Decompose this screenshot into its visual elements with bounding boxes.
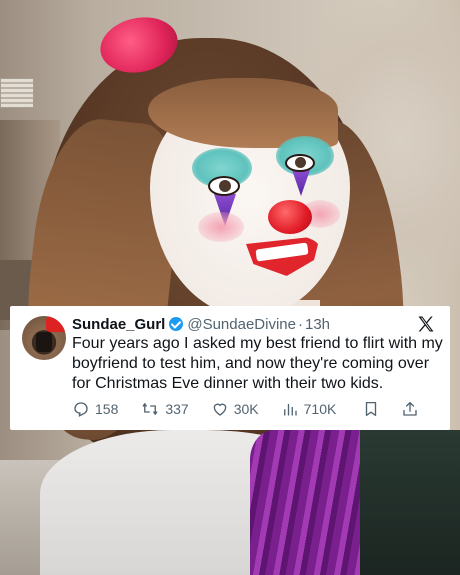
red-nose	[268, 200, 312, 234]
eye-left	[208, 176, 240, 196]
blush-left	[198, 212, 244, 242]
tweet-header: Sundae_Gurl @SundaeDivine · 13h	[72, 314, 330, 334]
share-icon	[403, 401, 418, 416]
heart-icon	[213, 403, 227, 416]
x-logo-icon	[418, 316, 434, 332]
share-button[interactable]	[401, 400, 424, 418]
avatar[interactable]	[22, 316, 66, 360]
repost-count: 337	[165, 401, 189, 417]
bookmark-icon	[366, 401, 377, 417]
reply-icon	[74, 402, 88, 417]
verified-badge-icon	[169, 317, 184, 331]
tweet-card: Sundae_Gurl @SundaeDivine · 13h Four yea…	[10, 306, 450, 430]
views-icon	[283, 403, 297, 416]
tweet-actions: 158 337 30K 710K	[72, 398, 444, 420]
purple-top	[250, 430, 370, 575]
eye-right	[285, 154, 315, 172]
repost-icon	[142, 403, 158, 415]
avatar-figure	[36, 332, 52, 352]
bookmark-button[interactable]	[362, 400, 385, 418]
display-name[interactable]: Sundae_Gurl	[72, 316, 165, 333]
tweet-text: Four years ago I asked my best friend to…	[72, 335, 443, 392]
wall-vent	[0, 78, 34, 108]
like-button[interactable]: 30K	[211, 400, 259, 418]
dark-chair	[360, 430, 460, 575]
timestamp[interactable]: 13h	[305, 316, 330, 333]
views-button[interactable]: 710K	[281, 400, 337, 418]
like-count: 30K	[233, 401, 259, 417]
separator-dot: ·	[298, 315, 303, 333]
background-photo	[0, 0, 460, 575]
handle[interactable]: @SundaeDivine	[187, 316, 296, 333]
reply-count: 158	[95, 401, 119, 417]
santa-hat-icon	[46, 316, 66, 332]
repost-button[interactable]: 337	[140, 400, 189, 418]
views-count: 710K	[303, 401, 337, 417]
reply-button[interactable]: 158	[72, 400, 118, 418]
